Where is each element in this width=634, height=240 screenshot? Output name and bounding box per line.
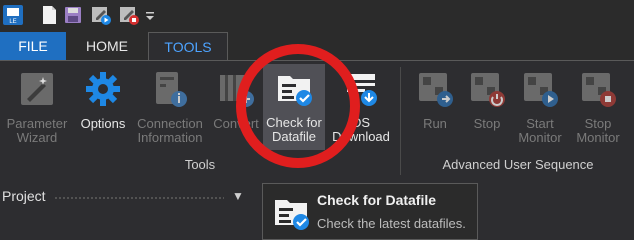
connection-information-button[interactable]: Connection Information (132, 65, 208, 151)
start-monitor-button[interactable]: Start Monitor (512, 65, 568, 151)
panel-dropdown-icon[interactable]: ▼ (232, 189, 244, 203)
group-label-tools: Tools (184, 157, 216, 172)
options-label: Options (80, 116, 126, 131)
connection-information-label-1: Connection (137, 116, 203, 131)
gear-icon (86, 72, 120, 106)
save-icon[interactable] (62, 4, 84, 26)
tooltip: Check for Datafile Check the latest data… (262, 183, 478, 240)
start-monitor-label-2: Monitor (518, 130, 562, 145)
stop-monitor-button[interactable]: Stop Monitor (570, 65, 626, 151)
quick-access-toolbar: LE (0, 0, 634, 32)
app-icon[interactable]: LE (2, 4, 24, 26)
group-label-advanced-user-sequence: Advanced User Sequence (442, 157, 594, 172)
group-separator (400, 67, 401, 175)
tab-home[interactable]: HOME (68, 32, 146, 60)
parameter-wizard-label-1: Parameter (6, 116, 68, 131)
qat-customize-icon[interactable] (144, 4, 156, 26)
run-icon (419, 73, 453, 107)
connection-info-icon (156, 72, 187, 107)
stop-monitor-label-2: Monitor (576, 130, 620, 145)
parameter-wizard-label-2: Wizard (16, 130, 58, 145)
parameter-wizard-button[interactable]: Parameter Wizard (4, 65, 70, 151)
tab-tools[interactable]: TOOLS (148, 32, 228, 61)
stop-button[interactable]: Stop (462, 65, 512, 151)
run-label: Run (423, 116, 447, 131)
edit-stop-icon[interactable] (118, 4, 140, 26)
connection-information-label-2: Information (137, 130, 203, 145)
svg-text:LE: LE (9, 19, 16, 25)
stop-monitor-label-1: Stop (584, 116, 612, 131)
stop-monitor-icon (582, 73, 616, 107)
start-monitor-icon (524, 73, 558, 107)
check-datafile-icon (275, 200, 309, 230)
panel-grip (54, 196, 224, 200)
annotation-circle (236, 44, 360, 168)
stop-icon (471, 73, 505, 107)
new-file-icon[interactable] (38, 4, 60, 26)
edit-run-icon[interactable] (90, 4, 112, 26)
start-monitor-label-1: Start (526, 116, 554, 131)
tab-file[interactable]: FILE (0, 32, 66, 60)
wand-icon (21, 73, 53, 105)
stop-label: Stop (473, 116, 501, 131)
tooltip-description: Check the latest datafiles. (317, 216, 466, 231)
project-panel-title: Project (2, 188, 46, 204)
options-button[interactable]: Options (74, 65, 132, 151)
tooltip-title: Check for Datafile (317, 192, 437, 208)
run-button[interactable]: Run (410, 65, 460, 151)
